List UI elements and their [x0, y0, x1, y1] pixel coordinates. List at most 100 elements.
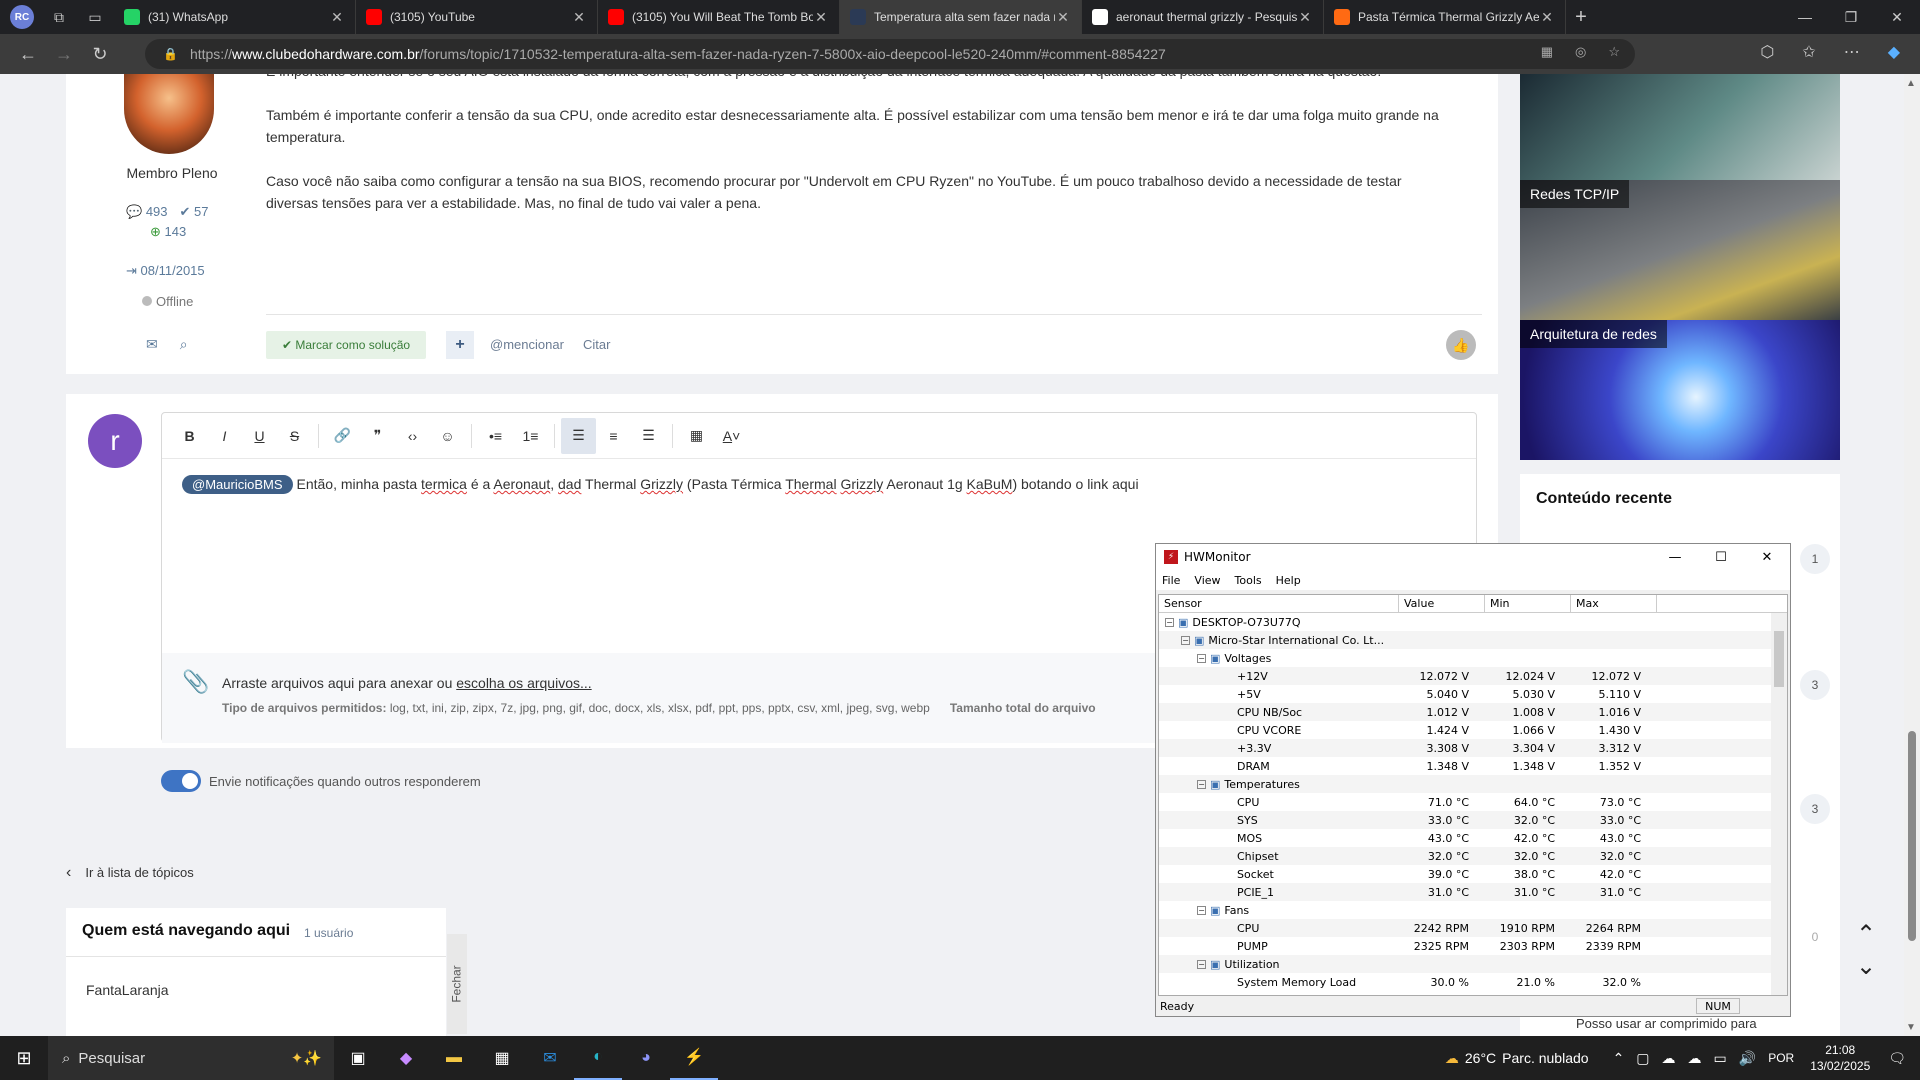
minimize-icon[interactable]: — — [1782, 0, 1828, 34]
weather-desc[interactable]: Parc. nublado — [1502, 1050, 1588, 1066]
bold-icon[interactable]: B — [172, 418, 207, 454]
sensor-row[interactable]: − ▣ DESKTOP-O73U77Q — [1159, 613, 1787, 631]
underline-icon[interactable]: U — [242, 418, 277, 454]
sensor-row[interactable]: CPU NB/Soc 1.012 V 1.008 V 1.016 V — [1159, 703, 1787, 721]
back-to-topics-link[interactable]: ‹ Ir à lista de tópicos — [66, 864, 194, 882]
align-right-icon[interactable]: ☰ — [631, 418, 666, 454]
edge-icon[interactable]: ◐ — [574, 1036, 622, 1080]
numbered-list-icon[interactable]: 1≡ — [513, 418, 548, 454]
tab-close-icon[interactable]: ✕ — [1539, 9, 1555, 26]
sensor-row[interactable]: − ▣ Voltages — [1159, 649, 1787, 667]
table-icon[interactable]: ▦ — [679, 418, 714, 454]
weather-icon[interactable]: ☁ — [1445, 1050, 1459, 1067]
sidebar-image-arch[interactable]: Arquitetura de redes — [1520, 320, 1840, 460]
menu-file[interactable]: File — [1162, 574, 1180, 587]
emoji-icon[interactable]: ☺ — [430, 418, 465, 454]
menu-tools[interactable]: Tools — [1235, 574, 1262, 587]
sensor-row[interactable]: − ▣ Fans — [1159, 901, 1787, 919]
scroll-down-icon[interactable]: ⌄ — [1856, 952, 1876, 981]
close-icon[interactable]: ✕ — [1744, 544, 1790, 570]
sensor-row[interactable]: − ▣ Temperatures — [1159, 775, 1787, 793]
multiquote-button[interactable]: + — [446, 331, 474, 359]
collapse-icon[interactable]: − — [1165, 618, 1174, 627]
scroll-thumb[interactable] — [1908, 731, 1916, 941]
restore-icon[interactable]: ❐ — [1828, 0, 1874, 34]
column-min[interactable]: Min — [1485, 595, 1571, 612]
menu-view[interactable]: View — [1194, 574, 1220, 587]
sensor-row[interactable]: SYS 33.0 °C 32.0 °C 33.0 °C — [1159, 811, 1787, 829]
scroll-arrow-up-icon[interactable]: ▲ — [1906, 78, 1916, 89]
collapse-icon[interactable]: − — [1181, 636, 1190, 645]
sidebar-image-tcp[interactable]: Redes TCP/IP — [1520, 180, 1840, 320]
mention-link[interactable]: @mencionar — [490, 337, 564, 352]
link-icon[interactable]: 🔗 — [325, 418, 360, 454]
taskbar-search[interactable]: ⌕ Pesquisar ✦✨ — [48, 1036, 334, 1080]
weather-temp[interactable]: 26°C — [1465, 1050, 1496, 1066]
sensor-row[interactable]: CPU 2242 RPM 1910 RPM 2264 RPM — [1159, 919, 1787, 937]
tab-close-icon[interactable]: ✕ — [1055, 9, 1071, 26]
collapse-icon[interactable]: − — [1197, 654, 1206, 663]
sensor-row[interactable]: DRAM 1.348 V 1.348 V 1.352 V — [1159, 757, 1787, 775]
network-icon[interactable]: ▭ — [1714, 1050, 1727, 1067]
sensor-scrollbar[interactable] — [1771, 613, 1787, 995]
quote-icon[interactable]: ❞ — [360, 418, 395, 454]
lock-icon[interactable]: 🔒 — [163, 47, 178, 61]
tray-app-icon[interactable]: ▢ — [1636, 1050, 1649, 1067]
collapse-icon[interactable]: − — [1197, 906, 1206, 915]
browser-tab[interactable]: aeronaut thermal grizzly - Pesquis ✕ — [1082, 0, 1324, 34]
notifications-icon[interactable]: 🗨 — [1888, 1050, 1906, 1067]
back-icon[interactable]: ← — [10, 44, 46, 65]
sensor-row[interactable]: CPU 71.0 °C 64.0 °C 73.0 °C — [1159, 793, 1787, 811]
tab-close-icon[interactable]: ✕ — [571, 9, 587, 26]
file-explorer-icon[interactable]: ▬ — [430, 1036, 478, 1080]
code-icon[interactable]: ‹› — [395, 418, 430, 454]
hwmonitor-titlebar[interactable]: ⚡ HWMonitor — ☐ ✕ — [1156, 544, 1790, 570]
minimize-icon[interactable]: — — [1652, 544, 1698, 570]
sensor-row[interactable]: CPU VCORE 1.424 V 1.066 V 1.430 V — [1159, 721, 1787, 739]
bullet-list-icon[interactable]: •≡ — [478, 418, 513, 454]
sensor-row[interactable]: MOS 43.0 °C 42.0 °C 43.0 °C — [1159, 829, 1787, 847]
text-color-icon[interactable]: A ˅ — [714, 418, 749, 454]
quote-link[interactable]: Citar — [583, 337, 610, 352]
volume-icon[interactable]: 🔊 — [1739, 1050, 1756, 1067]
copilot-app-icon[interactable]: ◆ — [382, 1036, 430, 1080]
sidebar-image-banner[interactable] — [1520, 74, 1840, 180]
browser-tab[interactable]: (3105) YouTube ✕ — [356, 0, 598, 34]
sensor-scroll-thumb[interactable] — [1774, 631, 1784, 687]
collapse-icon[interactable]: − — [1197, 960, 1206, 969]
sensor-row[interactable]: +5V 5.040 V 5.030 V 5.110 V — [1159, 685, 1787, 703]
refresh-icon[interactable]: ↻ — [82, 44, 118, 65]
new-tab-button[interactable]: + — [1566, 6, 1596, 29]
tab-close-icon[interactable]: ✕ — [1297, 9, 1313, 26]
sensor-row[interactable]: System Memory Load 30.0 % 21.0 % 32.0 % — [1159, 973, 1787, 991]
column-value[interactable]: Value — [1399, 595, 1485, 612]
search-icon[interactable]: ⌕ — [180, 336, 188, 353]
editor-content[interactable]: @MauricioBMS Então, minha pasta termica é… — [182, 475, 1139, 494]
mark-solution-button[interactable]: ✔ Marcar como solução — [266, 331, 427, 359]
menu-help[interactable]: Help — [1276, 574, 1301, 587]
align-center-icon[interactable]: ≡ — [596, 418, 631, 454]
language-indicator[interactable]: POR — [1768, 1051, 1794, 1065]
column-max[interactable]: Max — [1571, 595, 1657, 612]
maximize-icon[interactable]: ☐ — [1698, 544, 1744, 570]
reading-mode-icon[interactable]: ◎ — [1575, 44, 1586, 60]
outlook-icon[interactable]: ✉ — [526, 1036, 574, 1080]
workspaces-icon[interactable]: ⧉ — [48, 6, 70, 28]
sensor-row[interactable]: +12V 12.072 V 12.024 V 12.072 V — [1159, 667, 1787, 685]
browser-tab[interactable]: Temperatura alta sem fazer nada r ✕ — [840, 0, 1082, 34]
author-avatar[interactable] — [124, 74, 214, 154]
url-input[interactable]: 🔒 https://www.clubedohardware.com.br/for… — [145, 39, 1635, 69]
tray-chevron-icon[interactable]: ⌃ — [1613, 1050, 1625, 1067]
windows-start-icon[interactable]: ⊞ — [0, 1048, 48, 1069]
favorites-icon[interactable]: ✩ — [1802, 42, 1815, 62]
sensor-row[interactable]: PCIE_1 31.0 °C 31.0 °C 31.0 °C — [1159, 883, 1787, 901]
like-button[interactable]: 👍 — [1446, 330, 1476, 360]
tab-close-icon[interactable]: ✕ — [329, 9, 345, 26]
sensor-row[interactable]: Chipset 32.0 °C 32.0 °C 32.0 °C — [1159, 847, 1787, 865]
mention-pill[interactable]: @MauricioBMS — [182, 475, 293, 494]
tab-close-icon[interactable]: ✕ — [813, 9, 829, 26]
favorite-star-icon[interactable]: ☆ — [1608, 44, 1620, 60]
browser-tab[interactable]: Pasta Térmica Thermal Grizzly Aer ✕ — [1324, 0, 1566, 34]
tab-actions-icon[interactable]: ▭ — [84, 6, 106, 28]
sensor-row[interactable]: PUMP 2325 RPM 2303 RPM 2339 RPM — [1159, 937, 1787, 955]
